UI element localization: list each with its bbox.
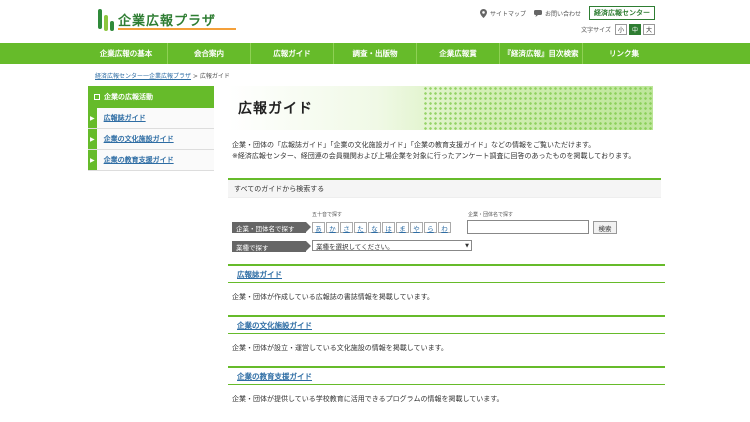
font-size-large-button[interactable]: 大: [643, 24, 655, 35]
arrow-right-icon: ▶: [90, 135, 95, 143]
font-size-switcher: 文字サイズ 小 中 大: [581, 24, 655, 35]
sidebar-item-label: 広報誌ガイド: [103, 114, 146, 122]
nav-item-publications[interactable]: 調査・出版物: [334, 43, 417, 64]
industry-select-value: 業種を選択してください。: [316, 242, 394, 251]
page-banner: 広報ガイド: [228, 86, 653, 130]
nav-item-pr-award[interactable]: 企業広報賞: [417, 43, 500, 64]
section-title-link[interactable]: 広報誌ガイド: [228, 264, 665, 283]
square-bullet-icon: [94, 94, 100, 100]
sitemap-label: サイトマップ: [489, 10, 526, 18]
logo-text: 企業広報プラザ: [118, 14, 217, 29]
nav-item-links[interactable]: リンク集: [583, 43, 665, 64]
company-name-input[interactable]: [467, 220, 589, 234]
kana-link-na[interactable]: な: [368, 222, 381, 233]
map-pin-icon: [479, 8, 487, 18]
search-heading: すべてのガイドから検索する: [228, 178, 661, 198]
site-logo[interactable]: 企業広報プラザ: [98, 7, 243, 33]
arrow-right-icon: ▶: [90, 114, 95, 122]
keizai-koho-center-button[interactable]: 経済広報センター: [589, 6, 655, 20]
industry-search-tag: 業種で探す: [232, 241, 311, 252]
kana-link-sa[interactable]: さ: [340, 222, 353, 233]
nav-item-basics[interactable]: 企業広報の基本: [85, 43, 168, 64]
page-title: 広報ガイド: [238, 101, 313, 117]
intro-text: 企業・団体の「広報誌ガイド」「企業の文化施設ガイド」「企業の教育支援ガイド」など…: [232, 140, 662, 162]
section-magazine-guide: 広報誌ガイド 企業・団体が作成している広報誌の書誌情報を掲載しています。: [228, 264, 665, 302]
sidebar-item-culture-guide[interactable]: ▶ 企業の文化施設ガイド: [88, 129, 214, 150]
kana-link-ta[interactable]: た: [354, 222, 367, 233]
nav-item-meetings[interactable]: 会合案内: [168, 43, 251, 64]
industry-select[interactable]: 業種を選択してください。 ▼: [312, 240, 472, 251]
breadcrumb-current: 広報ガイド: [199, 73, 230, 80]
kana-caption: 五十音で探す: [312, 212, 343, 218]
section-title-link[interactable]: 企業の教育支援ガイド: [228, 366, 665, 385]
kana-link-ka[interactable]: か: [326, 222, 339, 233]
logo-underline: [118, 28, 236, 30]
sidebar-head[interactable]: 企業の広報活動: [88, 86, 214, 108]
intro-line-1: 企業・団体の「広報誌ガイド」「企業の文化施設ガイド」「企業の教育支援ガイド」など…: [232, 141, 596, 149]
section-desc: 企業・団体が作成している広報誌の書誌情報を掲載しています。: [232, 293, 434, 301]
kana-index: あ か さ た な は ま や ら わ: [312, 222, 451, 233]
sidebar-item-education-guide[interactable]: ▶ 企業の教育支援ガイド: [88, 150, 214, 171]
section-desc: 企業・団体が提供している学校教育に活用できるプログラムの情報を掲載しています。: [232, 395, 504, 403]
breadcrumb-separator: >: [191, 73, 200, 80]
section-culture-guide: 企業の文化施設ガイド 企業・団体が設立・運営している文化施設の情報を掲載していま…: [228, 315, 665, 353]
sidebar-head-label: 企業の広報活動: [104, 93, 153, 101]
kana-link-a[interactable]: あ: [312, 222, 325, 233]
utility-links: サイトマップ お問い合わせ 経済広報センター: [479, 6, 655, 20]
search-button[interactable]: 検索: [593, 221, 617, 234]
section-education-guide: 企業の教育支援ガイド 企業・団体が提供している学校教育に活用できるプログラムの情…: [228, 366, 665, 404]
kana-link-ra[interactable]: ら: [424, 222, 437, 233]
chevron-down-icon: ▼: [465, 243, 469, 249]
intro-line-2: ※経済広報センター、経団連の会員機関および上場企業を対象に行ったアンケート調査に…: [232, 152, 636, 160]
banner-dot-pattern: [423, 86, 653, 130]
logo-mark-icon: [98, 9, 114, 31]
font-size-label: 文字サイズ: [581, 27, 611, 34]
nav-item-pr-guide[interactable]: 広報ガイド: [251, 43, 334, 64]
kana-link-ya[interactable]: や: [410, 222, 423, 233]
kana-link-ma[interactable]: ま: [396, 222, 409, 233]
sitemap-link[interactable]: サイトマップ: [479, 8, 526, 18]
sidebar-item-magazine-guide[interactable]: ▶ 広報誌ガイド: [88, 108, 214, 129]
name-caption: 企業・団体名で探す: [468, 212, 514, 218]
kana-link-ha[interactable]: は: [382, 222, 395, 233]
sidebar-item-label: 企業の教育支援ガイド: [103, 156, 174, 164]
contact-label: お問い合わせ: [544, 10, 581, 18]
section-desc: 企業・団体が設立・運営している文化施設の情報を掲載しています。: [232, 344, 448, 352]
sidebar-item-label: 企業の文化施設ガイド: [103, 135, 174, 143]
arrow-right-icon: ▶: [90, 156, 95, 164]
speech-bubble-icon: [533, 9, 542, 17]
nav-item-index-search[interactable]: 『経済広報』目次検索: [500, 43, 583, 64]
breadcrumb-link[interactable]: 経済広報センター一企業広報プラザ: [95, 73, 191, 80]
section-title-link[interactable]: 企業の文化施設ガイド: [228, 315, 665, 334]
sidebar: 企業の広報活動 ▶ 広報誌ガイド ▶ 企業の文化施設ガイド ▶ 企業の教育支援ガ…: [88, 86, 214, 171]
font-size-medium-button[interactable]: 中: [629, 24, 641, 35]
contact-link[interactable]: お問い合わせ: [533, 9, 581, 18]
name-search-tag: 企業・団体名で探す: [232, 222, 311, 233]
global-nav: 企業広報の基本 会合案内 広報ガイド 調査・出版物 企業広報賞 『経済広報』目次…: [0, 43, 750, 64]
font-size-small-button[interactable]: 小: [615, 24, 627, 35]
breadcrumb: 経済広報センター一企業広報プラザ > 広報ガイド: [95, 71, 230, 80]
kana-link-wa[interactable]: わ: [438, 222, 451, 233]
